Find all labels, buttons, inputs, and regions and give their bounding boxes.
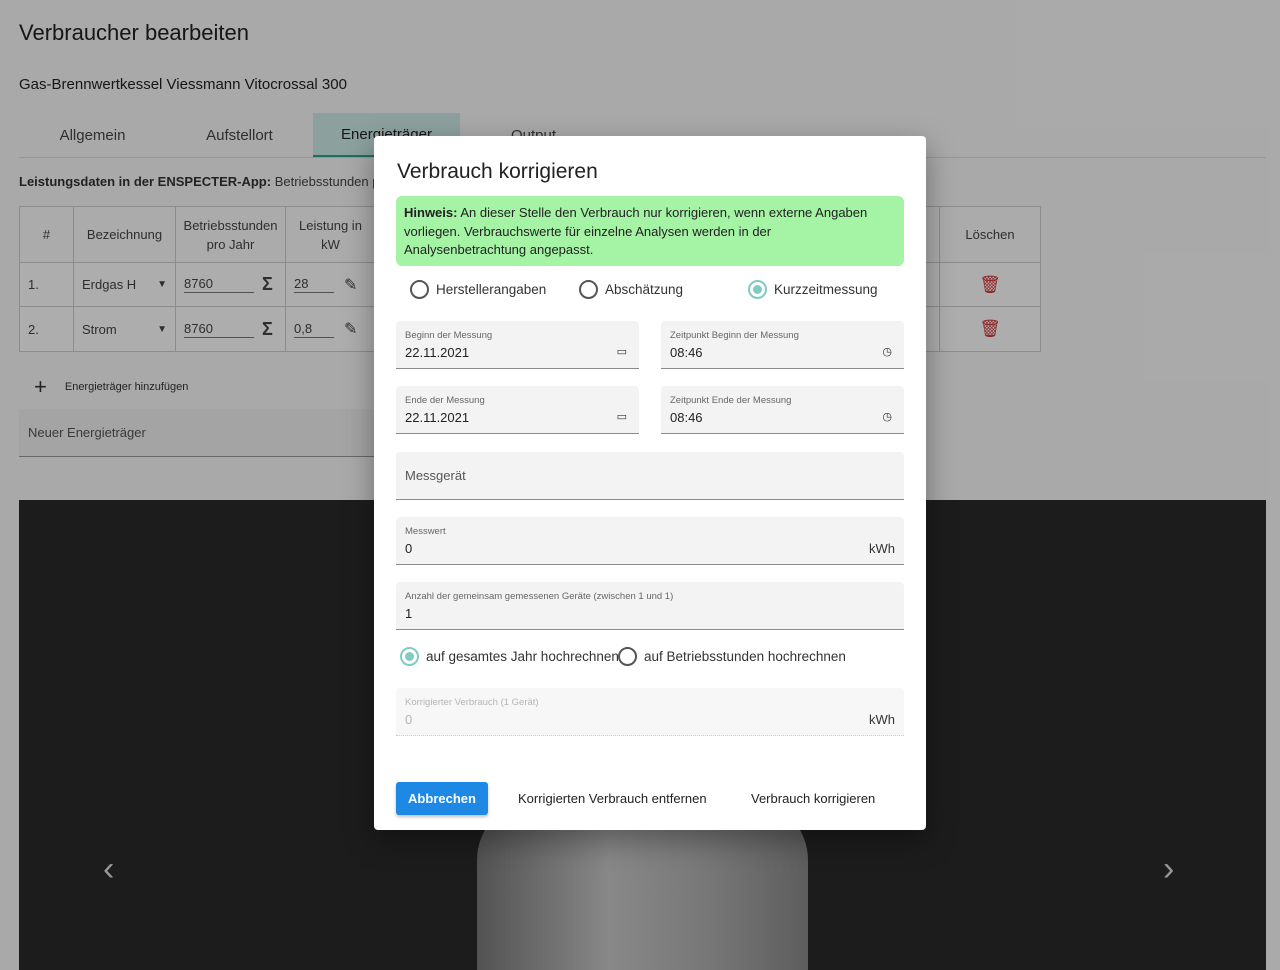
dialog-title: Verbrauch korrigieren <box>397 160 598 183</box>
device-count-field[interactable]: Anzahl der gemeinsam gemessenen Geräte (… <box>396 582 904 630</box>
begin-time-field[interactable]: Zeitpunkt Beginn der Messung 08:46 ◷ <box>661 321 904 369</box>
field-value: 08:46 <box>670 345 703 360</box>
radio-label: auf gesamtes Jahr hochrechnen <box>426 649 619 664</box>
hint-text: An dieser Stelle den Verbrauch nur korri… <box>404 205 868 257</box>
radio-abschaetzung[interactable]: Abschätzung <box>579 280 683 299</box>
field-label: Zeitpunkt Ende der Messung <box>670 395 792 406</box>
clock-icon[interactable]: ◷ <box>882 410 892 423</box>
field-unit: kWh <box>869 712 895 727</box>
end-time-field[interactable]: Zeitpunkt Ende der Messung 08:46 ◷ <box>661 386 904 434</box>
field-placeholder: Messgerät <box>405 468 466 483</box>
field-unit: kWh <box>869 541 895 556</box>
hint-box: Hinweis: An dieser Stelle den Verbrauch … <box>396 196 904 266</box>
field-value: 0 <box>405 712 413 727</box>
apply-correction-button[interactable]: Verbrauch korrigieren <box>751 782 875 815</box>
field-value: 22.11.2021 <box>405 410 470 425</box>
radio-operating-hours[interactable]: auf Betriebsstunden hochrechnen <box>618 647 846 666</box>
field-label: Zeitpunkt Beginn der Messung <box>670 330 799 341</box>
radio-selected-icon <box>400 647 419 666</box>
cancel-button[interactable]: Abbrechen <box>396 782 488 815</box>
radio-label: Herstellerangaben <box>436 282 547 297</box>
radio-circle-icon <box>410 280 429 299</box>
device-field[interactable]: Messgerät <box>396 452 904 500</box>
calendar-icon[interactable]: ▭ <box>617 345 627 358</box>
corrected-consumption-field: Korrigierter Verbrauch (1 Gerät) 0 kWh <box>396 688 904 736</box>
field-label: Beginn der Messung <box>405 330 493 341</box>
clock-icon[interactable]: ◷ <box>882 345 892 358</box>
field-value: 0 <box>405 541 413 556</box>
field-label: Korrigierter Verbrauch (1 Gerät) <box>405 697 539 708</box>
field-label: Ende der Messung <box>405 395 485 406</box>
radio-herstellerangaben[interactable]: Herstellerangaben <box>410 280 546 299</box>
radio-circle-icon <box>618 647 637 666</box>
begin-date-field[interactable]: Beginn der Messung 22.11.2021 ▭ <box>396 321 639 369</box>
radio-label: Kurzzeitmessung <box>774 282 878 297</box>
radio-kurzzeitmessung[interactable]: Kurzzeitmessung <box>748 280 878 299</box>
hint-label: Hinweis: <box>404 205 458 220</box>
radio-label: Abschätzung <box>605 282 684 297</box>
field-value: 22.11.2021 <box>405 345 470 360</box>
field-value: 1 <box>405 606 413 621</box>
field-label: Messwert <box>405 526 446 537</box>
field-label: Anzahl der gemeinsam gemessenen Geräte (… <box>405 591 674 602</box>
radio-label: auf Betriebsstunden hochrechnen <box>644 649 846 664</box>
remove-correction-button[interactable]: Korrigierten Verbrauch entfernen <box>518 782 707 815</box>
radio-selected-icon <box>748 280 767 299</box>
calendar-icon[interactable]: ▭ <box>617 410 627 423</box>
radio-full-year[interactable]: auf gesamtes Jahr hochrechnen <box>400 647 619 666</box>
radio-circle-icon <box>579 280 598 299</box>
correct-consumption-dialog: Verbrauch korrigieren Hinweis: An dieser… <box>374 136 926 830</box>
field-value: 08:46 <box>670 410 703 425</box>
measured-value-field[interactable]: Messwert 0 kWh <box>396 517 904 565</box>
end-date-field[interactable]: Ende der Messung 22.11.2021 ▭ <box>396 386 639 434</box>
